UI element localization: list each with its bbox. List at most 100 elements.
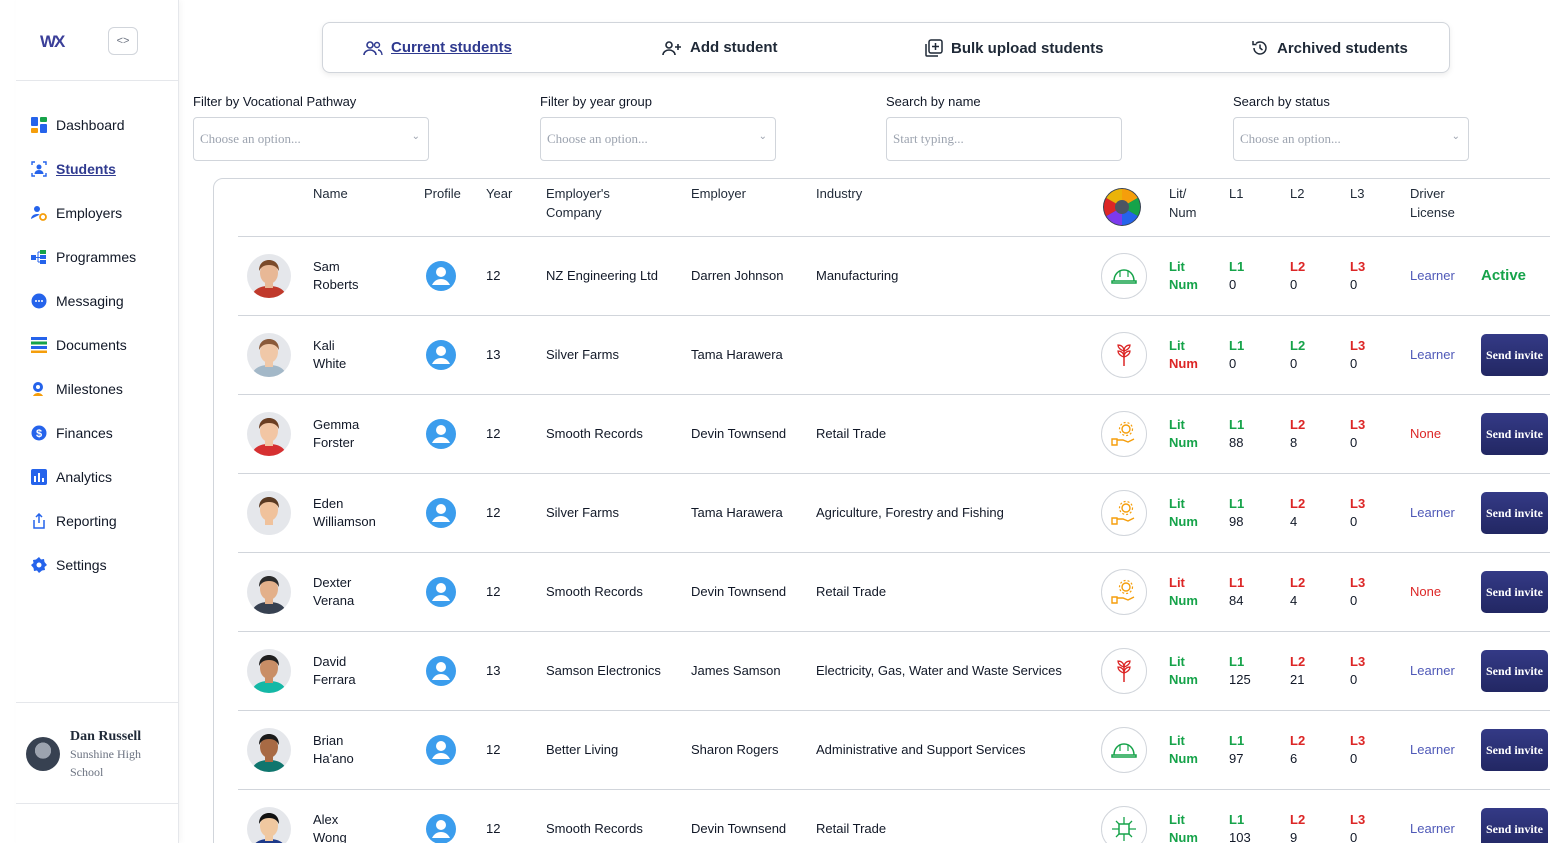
avatar bbox=[26, 737, 60, 771]
tab-archived-students[interactable]: Archived students bbox=[1251, 39, 1408, 57]
circuit-icon[interactable] bbox=[1101, 806, 1147, 843]
student-name[interactable]: Gemma Forster bbox=[313, 416, 359, 452]
profile-icon[interactable] bbox=[426, 577, 456, 607]
sidebar-item-students[interactable]: Students bbox=[16, 147, 178, 191]
company-value: Smooth Records bbox=[546, 426, 643, 441]
student-name[interactable]: Brian Ha'ano bbox=[313, 732, 354, 768]
sidebar-item-finances[interactable]: $ Finances bbox=[16, 411, 178, 455]
sidebar-item-milestones[interactable]: Milestones bbox=[16, 367, 178, 411]
header-profile: Profile bbox=[424, 186, 461, 201]
service-icon[interactable] bbox=[1101, 569, 1147, 615]
sidebar-item-documents[interactable]: Documents bbox=[16, 323, 178, 367]
l2-status: L2 0 bbox=[1290, 259, 1306, 292]
l3-status: L3 0 bbox=[1350, 496, 1366, 529]
student-name[interactable]: David Ferrara bbox=[313, 653, 356, 689]
industry-value: Retail Trade bbox=[816, 426, 887, 441]
tab-bulk-upload[interactable]: Bulk upload students bbox=[925, 39, 1104, 57]
profile-icon[interactable] bbox=[426, 419, 456, 449]
table-row[interactable]: Gemma Forster 12 Smooth Records Devin Townse… bbox=[238, 395, 1550, 474]
header-company[interactable]: Employer's Company bbox=[546, 184, 610, 222]
sidebar-item-analytics[interactable]: Analytics bbox=[16, 455, 178, 499]
send-invite-button[interactable]: Send invite bbox=[1481, 492, 1548, 534]
table-row[interactable]: Kali White 13 Silver Farms Tama Harawera Lit N… bbox=[238, 316, 1550, 395]
header-year[interactable]: Year bbox=[486, 184, 512, 203]
header-license: Driver License bbox=[1410, 186, 1455, 220]
send-invite-button[interactable]: Send invite bbox=[1481, 334, 1548, 376]
analytics-icon bbox=[30, 468, 48, 486]
sidebar-item-reporting[interactable]: Reporting bbox=[16, 499, 178, 543]
status-select[interactable]: Choose an option... ⌄ bbox=[1233, 117, 1469, 161]
l1-status: L1 0 bbox=[1229, 338, 1245, 371]
send-invite-button[interactable]: Send invite bbox=[1481, 413, 1548, 455]
chevron-down-icon: ⌄ bbox=[411, 131, 420, 142]
tab-current-students[interactable]: Current students bbox=[363, 39, 512, 56]
profile-icon[interactable] bbox=[426, 261, 456, 291]
app-logo[interactable]: WX bbox=[40, 32, 65, 52]
user-plus-icon bbox=[662, 40, 682, 56]
sidebar-item-programmes[interactable]: Programmes bbox=[16, 235, 178, 279]
hardhat-icon[interactable] bbox=[1101, 727, 1147, 773]
student-tabs: Current students Add student Bulk upload… bbox=[322, 22, 1450, 73]
header-employer[interactable]: Employer bbox=[691, 184, 746, 203]
send-invite-button[interactable]: Send invite bbox=[1481, 729, 1548, 771]
table-row[interactable]: Brian Ha'ano 12 Better Living Sharon Rogers A… bbox=[238, 711, 1550, 790]
student-name[interactable]: Dexter Verana bbox=[313, 574, 354, 610]
plant-icon[interactable] bbox=[1101, 332, 1147, 378]
profile-icon[interactable] bbox=[426, 656, 456, 686]
year-select[interactable]: Choose an option... ⌄ bbox=[540, 117, 776, 161]
service-icon[interactable] bbox=[1101, 490, 1147, 536]
header-name[interactable]: Name bbox=[313, 184, 348, 203]
l2-status: L2 0 bbox=[1290, 338, 1306, 371]
header-industry[interactable]: Industry bbox=[816, 184, 862, 203]
sidebar-item-employers[interactable]: Employers bbox=[16, 191, 178, 235]
sidebar-item-label: Reporting bbox=[56, 513, 117, 529]
profile-icon[interactable] bbox=[426, 340, 456, 370]
student-name[interactable]: Kali White bbox=[313, 337, 346, 373]
header-l1: L1 bbox=[1229, 186, 1244, 201]
name-search-input[interactable]: Start typing... bbox=[886, 117, 1122, 161]
pathway-filter: Filter by Vocational Pathway Choose an o… bbox=[193, 94, 429, 161]
table-row[interactable]: Alex Wong 12 Smooth Records Devin Townsend Re… bbox=[238, 790, 1550, 843]
industry-value: Administrative and Support Services bbox=[816, 742, 1026, 757]
student-name[interactable]: Alex Wong bbox=[313, 811, 347, 843]
industry-value: Electricity, Gas, Water and Waste Servic… bbox=[816, 663, 1062, 678]
pathway-wheel-icon bbox=[1102, 187, 1142, 232]
send-invite-button[interactable]: Send invite bbox=[1481, 650, 1548, 692]
l2-status: L2 9 bbox=[1290, 812, 1306, 843]
service-icon[interactable] bbox=[1101, 411, 1147, 457]
l1-status: L1 97 bbox=[1229, 733, 1245, 766]
plant-icon[interactable] bbox=[1101, 648, 1147, 694]
sidebar-nav: Dashboard Students Employers Programmes Mess… bbox=[16, 81, 178, 587]
pathway-select[interactable]: Choose an option... ⌄ bbox=[193, 117, 429, 161]
l3-status: L3 0 bbox=[1350, 417, 1366, 450]
programmes-icon bbox=[30, 248, 48, 266]
collapse-sidebar-button[interactable]: <> bbox=[108, 27, 138, 55]
table-row[interactable]: Sam Roberts 12 NZ Engineering Ltd Darren Joh… bbox=[238, 237, 1550, 316]
send-invite-button[interactable]: Send invite bbox=[1481, 808, 1548, 843]
profile-icon[interactable] bbox=[426, 814, 456, 843]
sidebar-item-label: Milestones bbox=[56, 381, 123, 397]
table-row[interactable]: Eden Williamson 12 Silver Farms Tama Harawer… bbox=[238, 474, 1550, 553]
year-value: 12 bbox=[486, 742, 501, 757]
user-profile[interactable]: Dan Russell Sunshine High School bbox=[16, 702, 179, 804]
hardhat-icon[interactable] bbox=[1101, 253, 1147, 299]
messaging-icon bbox=[30, 292, 48, 310]
student-name[interactable]: Sam Roberts bbox=[313, 258, 359, 294]
user-name: Dan Russell bbox=[70, 729, 142, 744]
tab-add-student[interactable]: Add student bbox=[662, 39, 778, 56]
sidebar-item-messaging[interactable]: Messaging bbox=[16, 279, 178, 323]
sidebar-item-dashboard[interactable]: Dashboard bbox=[16, 103, 178, 147]
send-invite-button[interactable]: Send invite bbox=[1481, 571, 1548, 613]
student-name[interactable]: Eden Williamson bbox=[313, 495, 376, 531]
table-row[interactable]: Dexter Verana 12 Smooth Records Devin Townse… bbox=[238, 553, 1550, 632]
sidebar: WX <> Dashboard Students Employers Programm… bbox=[16, 0, 179, 843]
student-photo bbox=[247, 728, 291, 772]
sidebar-item-settings[interactable]: Settings bbox=[16, 543, 178, 587]
table-row[interactable]: David Ferrara 13 Samson Electronics James Sa… bbox=[238, 632, 1550, 711]
history-icon bbox=[1251, 39, 1269, 57]
profile-icon[interactable] bbox=[426, 498, 456, 528]
year-value: 13 bbox=[486, 347, 501, 362]
employer-value: Devin Townsend bbox=[691, 426, 787, 441]
chevron-down-icon: ⌄ bbox=[758, 131, 767, 142]
profile-icon[interactable] bbox=[426, 735, 456, 765]
